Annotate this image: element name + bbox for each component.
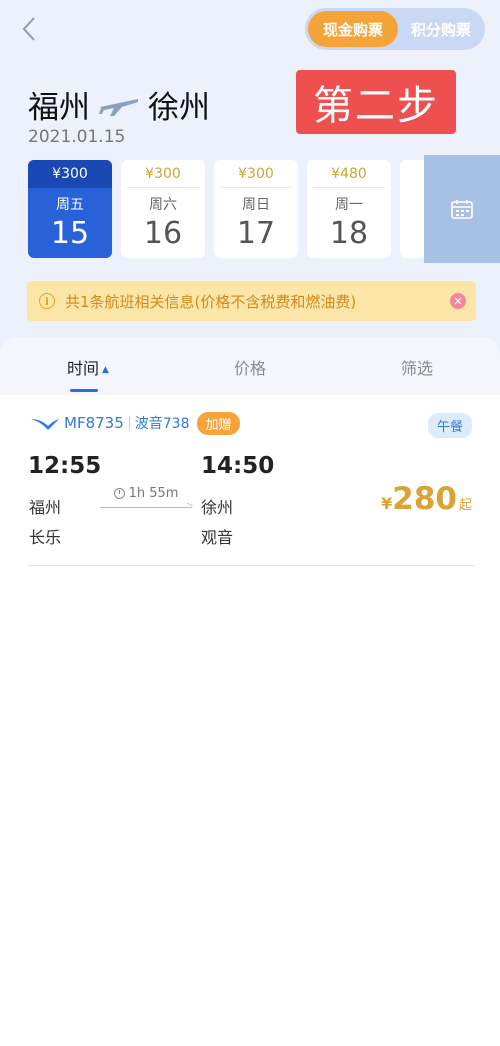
clock-icon (113, 488, 125, 499)
meal-badge: 午餐 (427, 413, 472, 438)
filter-tabs: 时间 ▲ 价格 筛选 (0, 337, 500, 395)
date-day: 17 (236, 216, 276, 251)
flight-duration: 1h 55m (100, 486, 192, 501)
date-day: 15 (50, 216, 90, 251)
flight-number: MF8735 (64, 414, 124, 432)
info-icon: i (39, 293, 55, 309)
airline-row: MF8735 波音738 加赠 (30, 411, 240, 435)
date-weekday: 周一 (335, 197, 363, 213)
chevron-left-icon (22, 17, 35, 41)
aircraft-type: 波音738 (134, 416, 190, 432)
tab-filter[interactable]: 筛选 (401, 355, 433, 379)
airline-logo-icon (31, 419, 59, 430)
notice-text: 共1条航班相关信息(价格不含税费和燃油费) (65, 292, 357, 311)
tab-time-label: 时间 (67, 359, 100, 378)
airplane-icon (99, 99, 138, 116)
tab-price[interactable]: 价格 (234, 355, 266, 379)
tab-time[interactable]: 时间 ▲ (67, 355, 109, 379)
card-divider (28, 565, 474, 566)
flight-price: ¥ 280 起 (381, 481, 472, 517)
active-tab-indicator (70, 389, 98, 392)
date-weekday: 周六 (149, 197, 177, 213)
departure-city: 福州 (29, 498, 62, 517)
close-icon[interactable]: ✕ (450, 293, 466, 309)
arrival-city: 徐州 (201, 498, 234, 517)
price-suffix: 起 (458, 498, 472, 513)
duration-text: 1h 55m (128, 486, 179, 501)
sort-icon: ▲ (102, 364, 109, 375)
arrival-airport: 观音 (201, 528, 234, 547)
departure-airport: 长乐 (29, 528, 62, 547)
divider (128, 416, 130, 430)
flight-card[interactable]: MF8735 波音738 加赠 午餐 12:55 14:50 1h 55m 福州… (0, 395, 500, 567)
date-weekday: 周五 (56, 197, 84, 213)
date-price: ¥480 (313, 160, 385, 188)
date-price: ¥300 (28, 160, 112, 188)
origin-city: 福州 (28, 89, 90, 126)
back-button[interactable] (14, 12, 44, 46)
destination-city: 徐州 (148, 89, 210, 126)
date-price: ¥300 (127, 160, 199, 188)
notice-banner: i 共1条航班相关信息(价格不含税费和燃油费) ✕ (27, 281, 476, 321)
purchase-mode-toggle: 现金购票 积分购票 (305, 8, 485, 50)
price-amount: 280 (392, 481, 457, 517)
date-option-15[interactable]: ¥300 周五 15 (28, 160, 112, 258)
date-option-17[interactable]: ¥300 周日 17 (214, 160, 298, 258)
bonus-badge: 加赠 (197, 411, 240, 435)
points-purchase-tab[interactable]: 积分购票 (400, 11, 482, 47)
route-title: 福州 徐州 (28, 82, 210, 126)
travel-date: 2021.01.15 (28, 127, 126, 147)
date-option-18[interactable]: ¥480 周一 18 (307, 160, 391, 258)
date-option-16[interactable]: ¥300 周六 16 (121, 160, 205, 258)
step-badge: 第二步 (296, 70, 456, 134)
price-currency: ¥ (381, 494, 393, 513)
cash-purchase-tab[interactable]: 现金购票 (308, 11, 398, 47)
date-weekday: 周日 (242, 197, 270, 213)
departure-time: 12:55 (28, 453, 102, 479)
calendar-button[interactable] (424, 155, 500, 263)
date-day: 18 (329, 216, 369, 251)
arrival-time: 14:50 (201, 453, 275, 479)
date-price: ¥300 (220, 160, 292, 188)
date-day: 16 (143, 216, 183, 251)
duration-line (100, 507, 192, 508)
calendar-icon (451, 200, 473, 219)
